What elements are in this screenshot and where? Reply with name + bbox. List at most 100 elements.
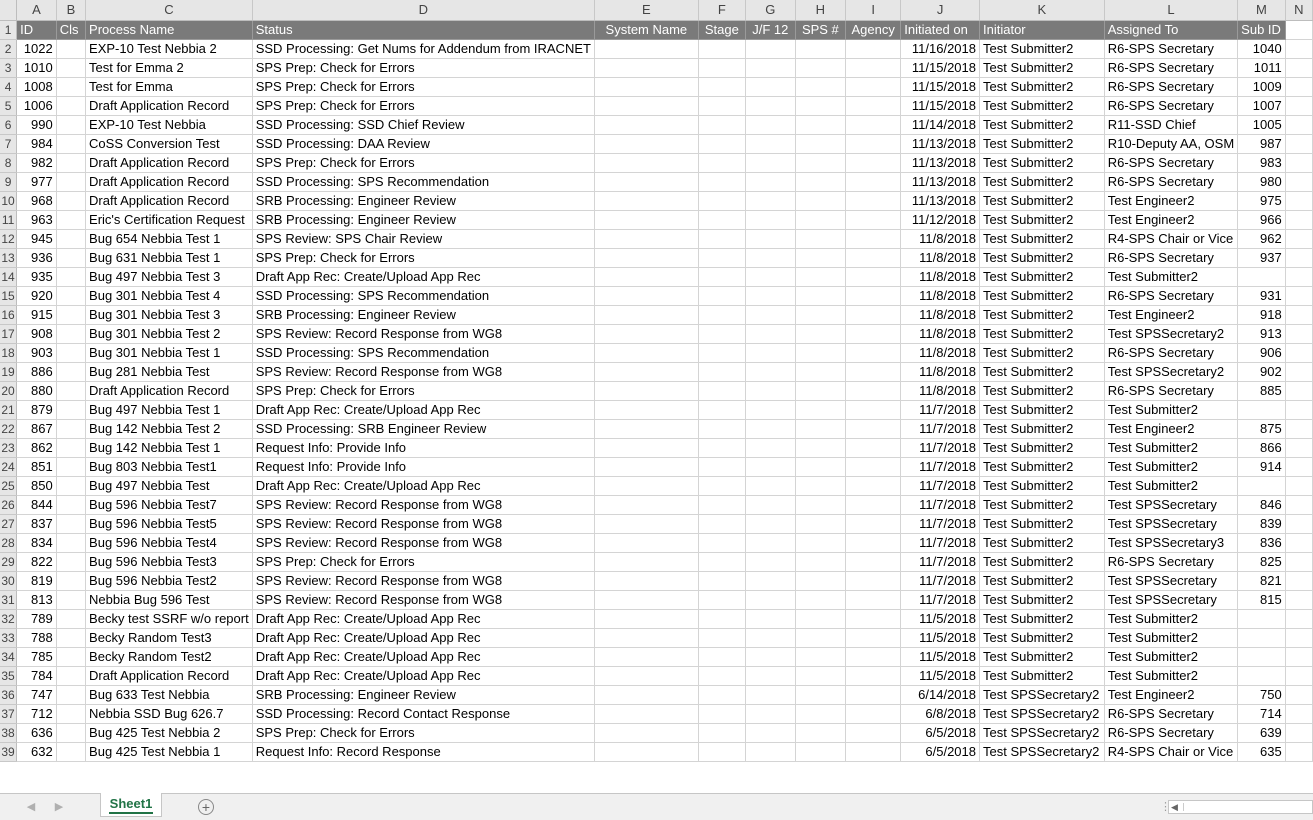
header-cell-sps-number[interactable]: SPS # xyxy=(795,20,847,40)
cell-system-name[interactable] xyxy=(594,609,699,629)
cell-cls[interactable] xyxy=(56,115,87,135)
cell-system-name[interactable] xyxy=(594,305,699,325)
cell-stage[interactable] xyxy=(698,552,746,572)
cell-system-name[interactable] xyxy=(594,324,699,344)
empty-cell[interactable] xyxy=(1285,381,1313,401)
cell-sps-number[interactable] xyxy=(795,609,847,629)
cell-cls[interactable] xyxy=(56,704,87,724)
empty-cell[interactable] xyxy=(1285,438,1313,458)
cell-agency[interactable] xyxy=(845,77,902,97)
cell-agency[interactable] xyxy=(845,533,902,553)
cell-cls[interactable] xyxy=(56,476,87,496)
cell-initiated-on[interactable]: 11/7/2018 xyxy=(900,552,980,572)
cell-stage[interactable] xyxy=(698,704,746,724)
column-header-n[interactable]: N xyxy=(1285,0,1313,21)
cell-cls[interactable] xyxy=(56,267,87,287)
cell-stage[interactable] xyxy=(698,39,746,59)
cell-assigned-to[interactable]: R4-SPS Chair or Vice xyxy=(1104,229,1239,249)
cell-sub-id[interactable] xyxy=(1237,609,1286,629)
cell-sps-number[interactable] xyxy=(795,324,847,344)
cell-jf12[interactable] xyxy=(745,39,796,59)
cell-jf12[interactable] xyxy=(745,343,796,363)
cell-initiated-on[interactable]: 11/5/2018 xyxy=(900,609,980,629)
cell-assigned-to[interactable]: Test SPSSecretary xyxy=(1104,571,1239,591)
cell-cls[interactable] xyxy=(56,172,87,192)
cell-jf12[interactable] xyxy=(745,742,796,762)
cell-system-name[interactable] xyxy=(594,229,699,249)
cell-agency[interactable] xyxy=(845,476,902,496)
column-header-c[interactable]: C xyxy=(85,0,253,21)
cell-system-name[interactable] xyxy=(594,58,699,78)
cell-assigned-to[interactable]: Test Submitter2 xyxy=(1104,400,1239,420)
cell-agency[interactable] xyxy=(845,704,902,724)
cell-id[interactable]: 977 xyxy=(16,172,57,192)
cell-initiator[interactable]: Test Submitter2 xyxy=(979,210,1105,230)
empty-cell[interactable] xyxy=(1285,723,1313,743)
row-header[interactable]: 7 xyxy=(0,134,18,154)
cell-sub-id[interactable] xyxy=(1237,628,1286,648)
cell-assigned-to[interactable]: Test SPSSecretary xyxy=(1104,495,1239,515)
cell-initiated-on[interactable]: 11/5/2018 xyxy=(900,628,980,648)
row-header[interactable]: 23 xyxy=(0,438,18,458)
cell-stage[interactable] xyxy=(698,134,746,154)
row-header[interactable]: 36 xyxy=(0,685,18,705)
cell-status[interactable]: Draft App Rec: Create/Upload App Rec xyxy=(252,628,595,648)
cell-sps-number[interactable] xyxy=(795,343,847,363)
cell-assigned-to[interactable]: R6-SPS Secretary xyxy=(1104,723,1239,743)
cell-id[interactable]: 990 xyxy=(16,115,57,135)
column-header-k[interactable]: K xyxy=(979,0,1105,21)
cell-initiated-on[interactable]: 11/7/2018 xyxy=(900,400,980,420)
cell-agency[interactable] xyxy=(845,514,902,534)
cell-stage[interactable] xyxy=(698,457,746,477)
cell-status[interactable]: Request Info: Provide Info xyxy=(252,438,595,458)
cell-assigned-to[interactable]: Test Submitter2 xyxy=(1104,476,1239,496)
cell-system-name[interactable] xyxy=(594,286,699,306)
cell-jf12[interactable] xyxy=(745,96,796,116)
cell-sub-id[interactable]: 885 xyxy=(1237,381,1286,401)
cell-id[interactable]: 819 xyxy=(16,571,57,591)
row-header[interactable]: 2 xyxy=(0,39,18,59)
header-cell-sub-id[interactable]: Sub ID xyxy=(1237,20,1286,40)
cell-cls[interactable] xyxy=(56,96,87,116)
cell-sps-number[interactable] xyxy=(795,533,847,553)
cell-system-name[interactable] xyxy=(594,210,699,230)
plus-circle-icon[interactable]: + xyxy=(198,799,214,815)
cell-status[interactable]: SSD Processing: SSD Chief Review xyxy=(252,115,595,135)
cell-initiator[interactable]: Test Submitter2 xyxy=(979,666,1105,686)
cell-process-name[interactable]: Draft Application Record xyxy=(85,666,253,686)
cell-jf12[interactable] xyxy=(745,286,796,306)
cell-id[interactable]: 982 xyxy=(16,153,57,173)
cell-sps-number[interactable] xyxy=(795,191,847,211)
cell-status[interactable]: SPS Review: Record Response from WG8 xyxy=(252,514,595,534)
cell-id[interactable]: 632 xyxy=(16,742,57,762)
cell-process-name[interactable]: Nebbia Bug 596 Test xyxy=(85,590,253,610)
cell-assigned-to[interactable]: R6-SPS Secretary xyxy=(1104,172,1239,192)
row-header[interactable]: 11 xyxy=(0,210,18,230)
cell-sps-number[interactable] xyxy=(795,723,847,743)
row-header[interactable]: 39 xyxy=(0,742,18,762)
cell-cls[interactable] xyxy=(56,742,87,762)
cell-agency[interactable] xyxy=(845,628,902,648)
column-header-f[interactable]: F xyxy=(698,0,746,21)
cell-process-name[interactable]: Bug 142 Nebbia Test 1 xyxy=(85,438,253,458)
cell-initiator[interactable]: Test Submitter2 xyxy=(979,96,1105,116)
cell-initiated-on[interactable]: 6/8/2018 xyxy=(900,704,980,724)
cell-agency[interactable] xyxy=(845,210,902,230)
header-cell-system-name[interactable]: System Name xyxy=(594,20,699,40)
cell-status[interactable]: SSD Processing: SPS Recommendation xyxy=(252,172,595,192)
cell-sps-number[interactable] xyxy=(795,742,847,762)
cell-initiator[interactable]: Test Submitter2 xyxy=(979,58,1105,78)
select-all-corner[interactable] xyxy=(0,0,18,21)
cell-id[interactable]: 880 xyxy=(16,381,57,401)
cell-sps-number[interactable] xyxy=(795,495,847,515)
empty-cell[interactable] xyxy=(1285,533,1313,553)
row-header[interactable]: 27 xyxy=(0,514,18,534)
empty-cell[interactable] xyxy=(1285,609,1313,629)
cell-sps-number[interactable] xyxy=(795,381,847,401)
cell-assigned-to[interactable]: Test SPSSecretary3 xyxy=(1104,533,1239,553)
cell-assigned-to[interactable]: Test Submitter2 xyxy=(1104,609,1239,629)
cell-jf12[interactable] xyxy=(745,514,796,534)
cell-sps-number[interactable] xyxy=(795,134,847,154)
cell-cls[interactable] xyxy=(56,134,87,154)
cell-agency[interactable] xyxy=(845,248,902,268)
